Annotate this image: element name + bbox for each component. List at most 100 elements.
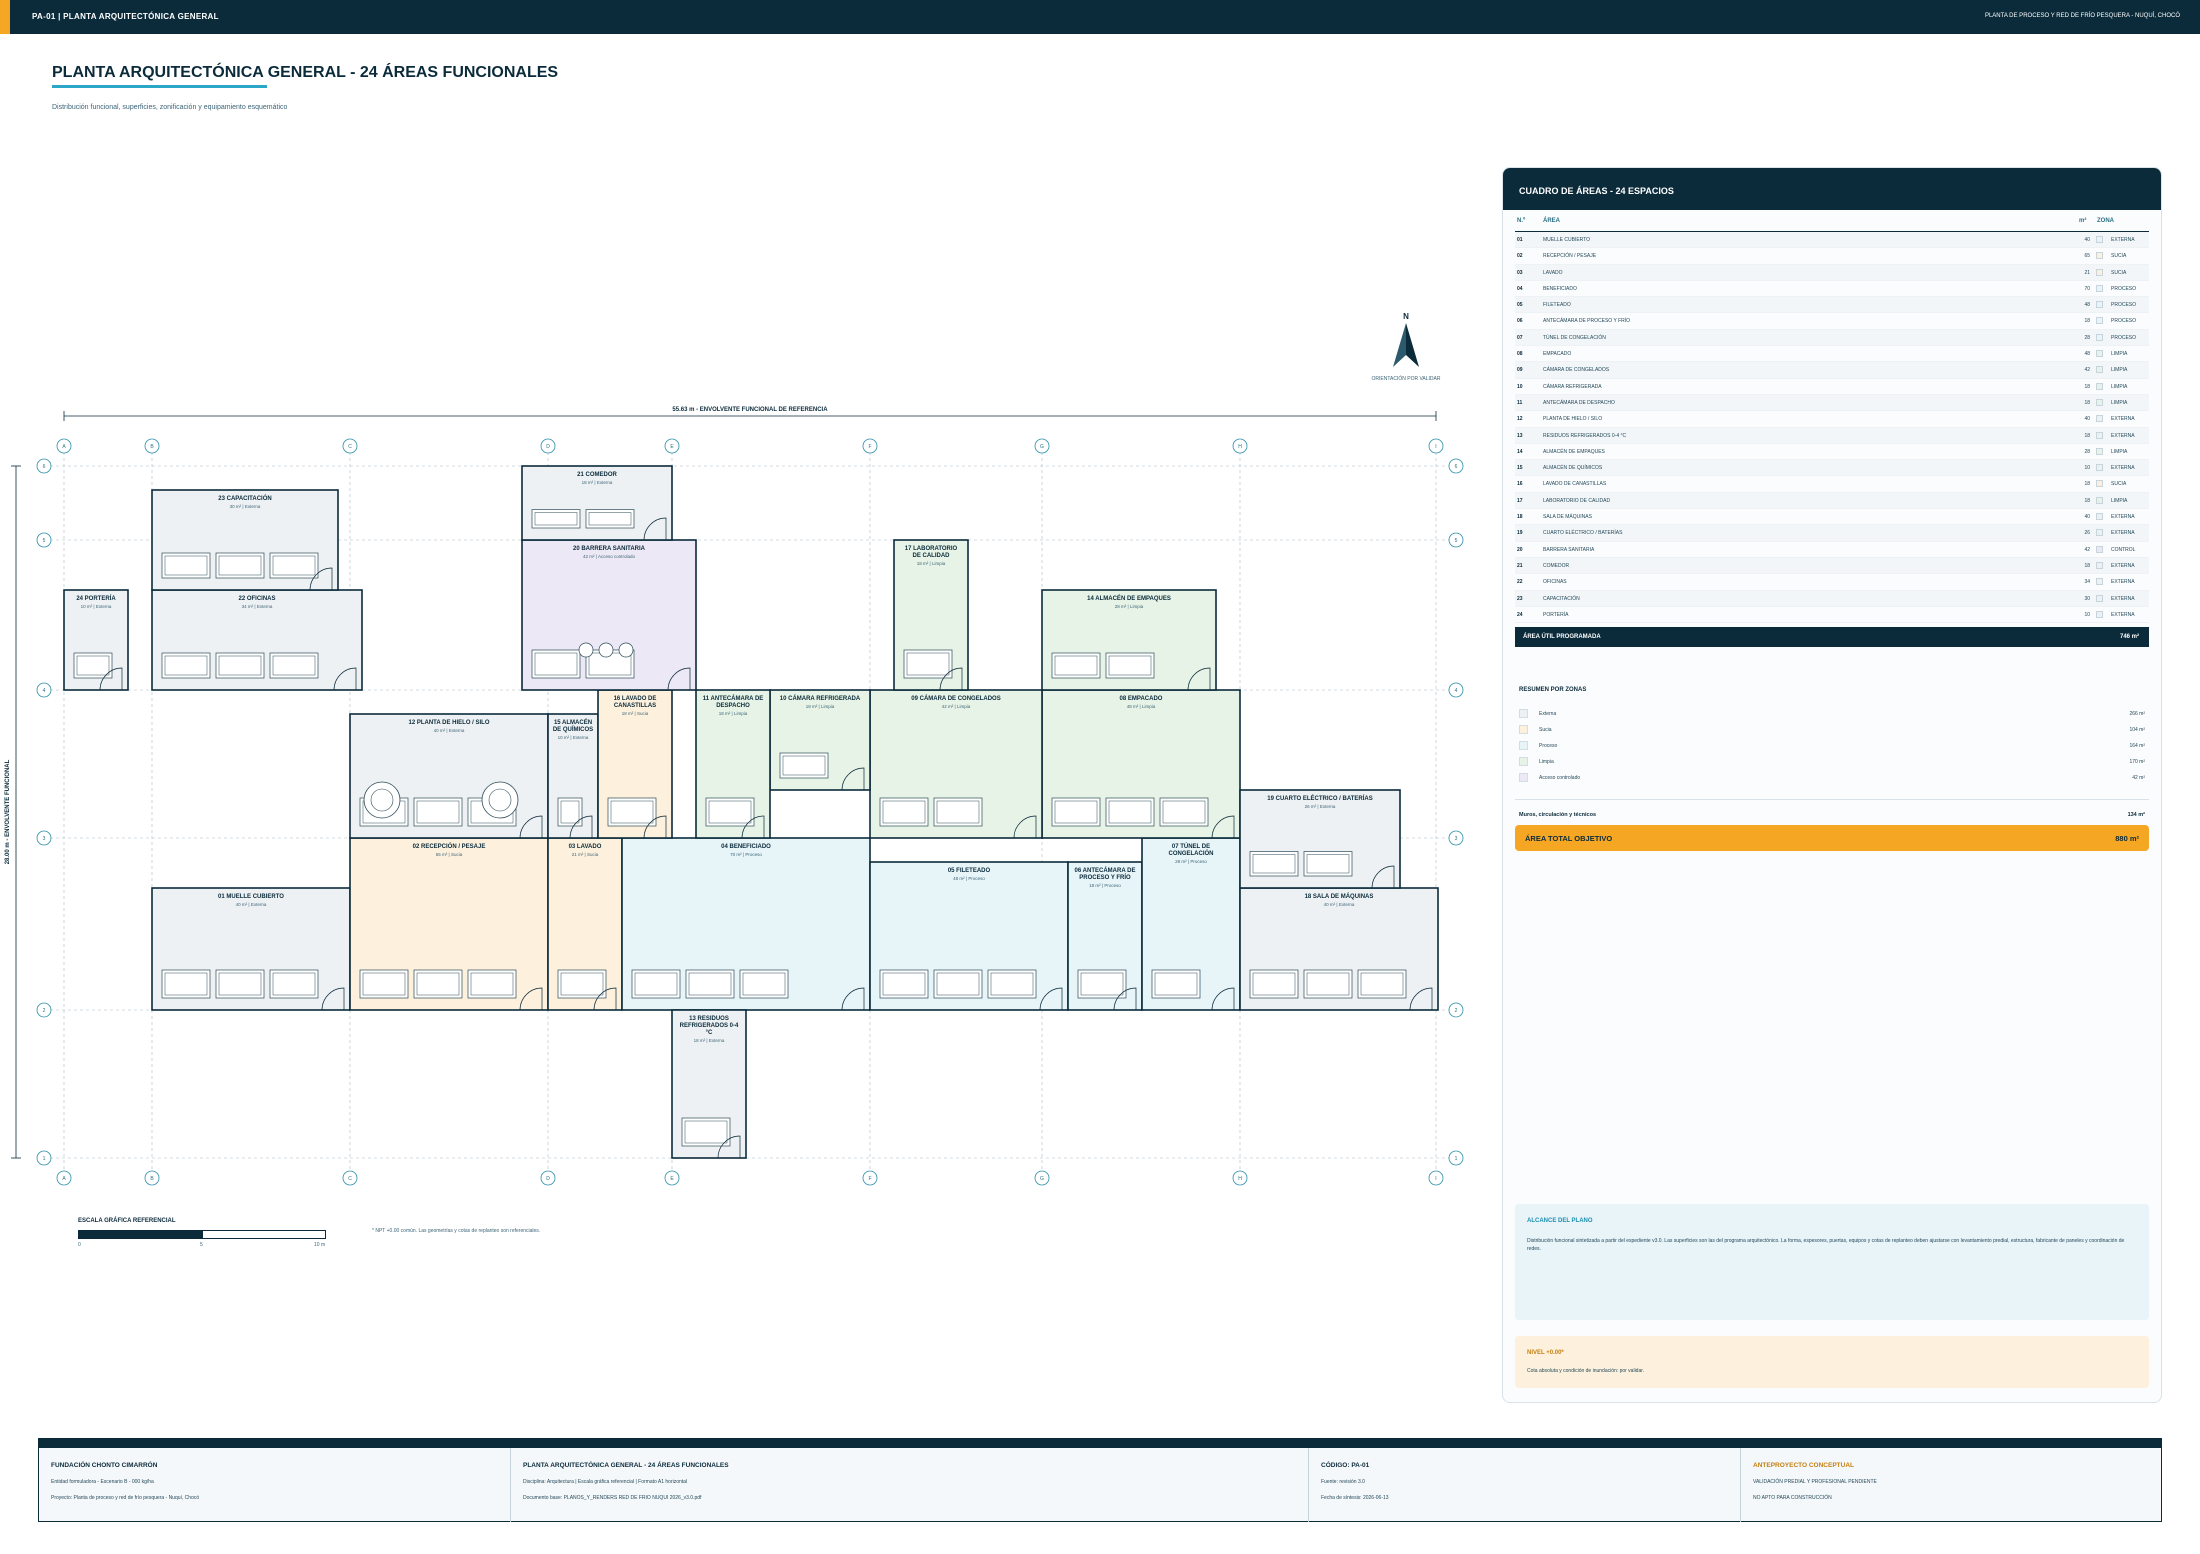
axis-label: 2	[43, 1008, 46, 1014]
row-zone-swatch	[2096, 561, 2103, 569]
row-zone: PROCESO	[2111, 285, 2137, 292]
table-row: 16 LAVADO DE CANASTILLAS 18 SUCIA	[1515, 476, 2149, 493]
col-zone: ZONA	[2097, 218, 2114, 224]
north-arrow: N ORIENTACIÓN POR VALIDAR	[1366, 312, 1446, 382]
axis-label: 4	[43, 688, 46, 694]
row-m2: 18	[2084, 562, 2090, 569]
axis-label: C	[348, 1176, 352, 1182]
zone-summary-item: Sucia 104 m²	[1519, 721, 2149, 737]
row-zone-swatch	[2096, 317, 2103, 325]
row-zone-swatch	[2096, 415, 2103, 423]
row-m2: 18	[2084, 432, 2090, 439]
room-name-04: 04 BENEFICIADO	[721, 844, 771, 850]
scale-bar	[78, 1230, 326, 1239]
footer-date: Fecha de síntesis: 2026-06-13	[1321, 1495, 1389, 1501]
table-row: 14 ALMACÉN DE EMPAQUES 28 LIMPIA	[1515, 444, 2149, 461]
wash-station	[578, 642, 594, 658]
wash-station	[598, 642, 614, 658]
row-zone: EXTERNA	[2111, 416, 2135, 423]
area-panel: CUADRO DE ÁREAS - 24 ESPACIOS N.º ÁREA m…	[1502, 167, 2162, 1403]
row-m2: 70	[2084, 285, 2090, 292]
table-row: 22 OFICINAS 34 EXTERNA	[1515, 574, 2149, 591]
equipment	[879, 969, 929, 999]
equipment	[1051, 652, 1101, 679]
row-area: CÁMARA REFRIGERADA	[1543, 383, 1602, 390]
top-bar: PA-01 | PLANTA ARQUITECTÓNICA GENERAL PL…	[0, 0, 2200, 34]
room-meta-02: 65 m² | Sucia	[436, 852, 463, 857]
title-underline	[52, 85, 267, 88]
room-meta-08: 48 m² | Limpia	[1127, 704, 1156, 709]
row-num: 06	[1517, 318, 1523, 325]
room-meta-21: 18 m² | Externa	[582, 480, 613, 485]
table-row: 07 TÚNEL DE CONGELACIÓN 28 PROCESO	[1515, 329, 2149, 347]
row-area: EMPACADO	[1543, 351, 1572, 358]
row-zone-swatch	[2096, 252, 2103, 260]
zone-summary-item: Limpia 170 m²	[1519, 753, 2149, 769]
table-row: 24 PORTERÍA 10 EXTERNA	[1515, 607, 2149, 624]
row-num: 14	[1517, 448, 1523, 455]
room-name-24: 24 PORTERÍA	[76, 594, 116, 602]
axis-label: H	[1238, 444, 1242, 450]
row-zone-swatch	[2096, 350, 2103, 358]
axis-label: I	[1435, 444, 1436, 450]
equipment	[161, 969, 211, 999]
zone-value: 164 m²	[2129, 743, 2145, 750]
equipment	[1051, 797, 1101, 827]
room-meta-19: 26 m² | Externa	[1305, 804, 1336, 809]
footer-title: PLANTA ARQUITECTÓNICA GENERAL - 24 ÁREAS…	[523, 1462, 729, 1469]
row-zone-swatch	[2096, 431, 2103, 439]
row-m2: 42	[2084, 546, 2090, 553]
axis-label: H	[1238, 1176, 1242, 1182]
row-m2: 18	[2084, 399, 2090, 406]
scale-tick: 5	[200, 1242, 203, 1248]
north-arrow-icon	[1393, 323, 1419, 367]
row-zone-swatch	[2096, 398, 2103, 406]
silo	[363, 781, 401, 819]
zone-swatch	[1519, 741, 1528, 751]
row-m2: 18	[2084, 383, 2090, 390]
row-m2: 10	[2084, 465, 2090, 472]
table-row: 23 CAPACITACIÓN 30 EXTERNA	[1515, 590, 2149, 607]
table-row: 21 COMEDOR 18 EXTERNA	[1515, 557, 2149, 575]
equipment	[685, 969, 735, 999]
row-zone: EXTERNA	[2111, 562, 2135, 569]
table-row: 08 EMPACADO 48 LIMPIA	[1515, 346, 2149, 363]
equipment	[1105, 652, 1155, 679]
row-num: 08	[1517, 351, 1523, 358]
row-area: TÚNEL DE CONGELACIÓN	[1543, 334, 1606, 341]
scope-text: Distribución funcional sintetizada a par…	[1527, 1238, 2125, 1252]
row-zone: SUCIA	[2111, 253, 2127, 260]
zone-value: 42 m²	[2132, 775, 2145, 782]
room-name-16: 16 LAVADO DE CANASTILLAS	[614, 696, 657, 709]
row-zone-swatch	[2096, 268, 2103, 276]
room-name-15: 15 ALMACÉN DE QUÍMICOS	[553, 718, 593, 733]
footer-drawing: PLANTA ARQUITECTÓNICA GENERAL - 24 ÁREAS…	[511, 1448, 1309, 1522]
zone-summary-item: Externa 266 m²	[1519, 705, 2149, 721]
room-name-08: 08 EMPACADO	[1120, 696, 1163, 702]
floor-plan: 55.63 m - ENVOLVENTE FUNCIONAL DE REFERE…	[5, 407, 1464, 1186]
row-num: 04	[1517, 285, 1523, 292]
room-name-21: 21 COMEDOR	[577, 472, 617, 478]
room-meta-23: 30 m² | Externa	[230, 504, 261, 509]
equipment	[161, 652, 211, 679]
room-meta-06: 18 m² | Proceso	[1089, 883, 1121, 888]
row-zone-swatch	[2096, 610, 2103, 618]
axis-label: G	[1040, 444, 1044, 450]
row-zone: PROCESO	[2111, 334, 2137, 341]
row-area: LABORATORIO DE CALIDAD	[1543, 497, 1611, 504]
equipment	[413, 797, 463, 827]
room-name-14: 14 ALMACÉN DE EMPAQUES	[1087, 594, 1171, 602]
room-meta-20: 42 m² | Acceso controlado	[583, 554, 635, 559]
height-dimension-label: 28.00 m - ENVOLVENTE FUNCIONAL	[5, 759, 11, 864]
row-num: 20	[1517, 546, 1523, 553]
equipment	[531, 649, 581, 679]
row-m2: 26	[2084, 530, 2090, 537]
row-zone: EXTERNA	[2111, 432, 2135, 439]
zone-label: Limpia	[1539, 759, 1554, 766]
equipment	[1357, 969, 1407, 999]
axis-label: F	[868, 1176, 871, 1182]
zone-swatch	[1519, 757, 1528, 767]
zone-swatch	[1519, 709, 1528, 719]
equipment	[557, 797, 583, 827]
row-m2: 18	[2084, 318, 2090, 325]
